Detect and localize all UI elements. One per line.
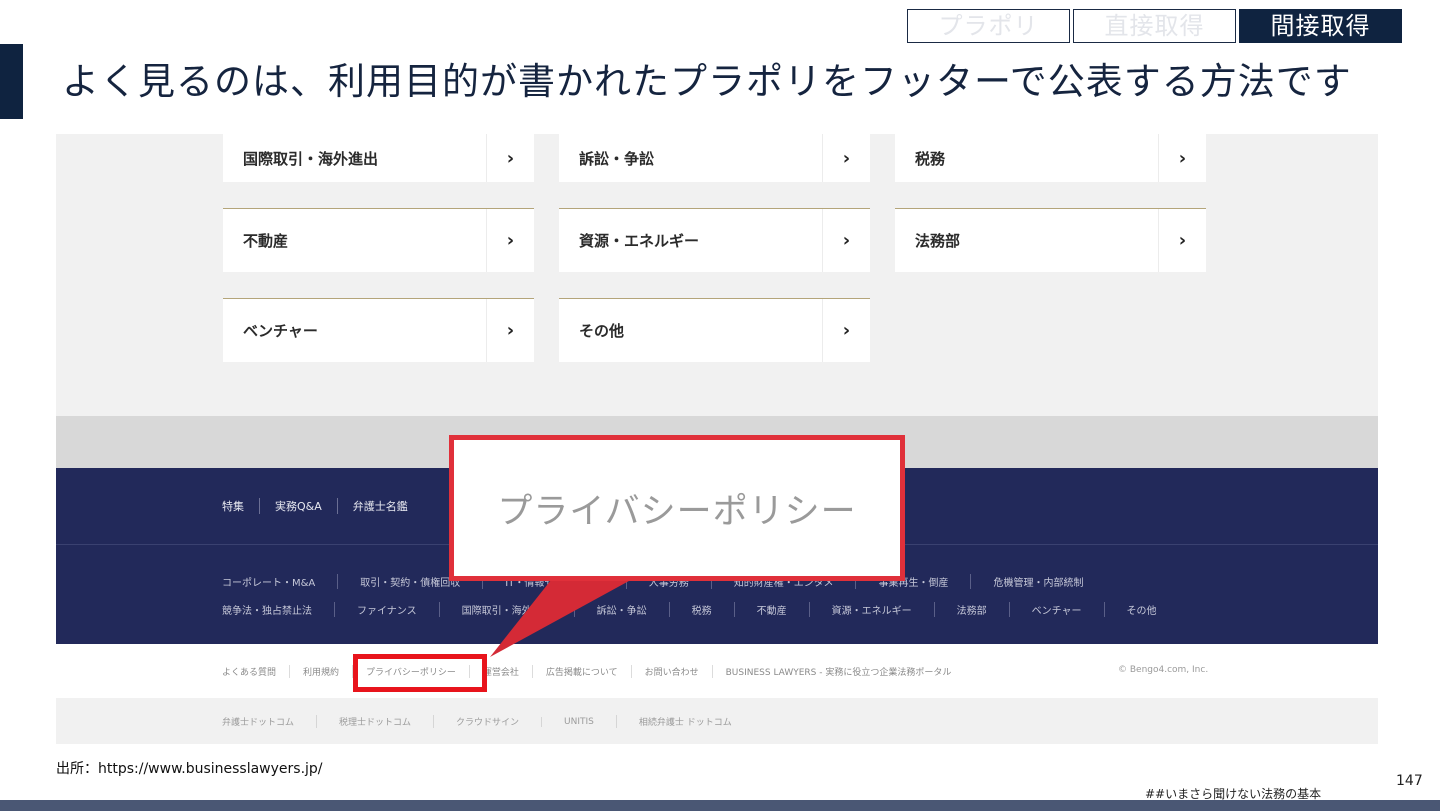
footer-category-link[interactable]: ファイナンス xyxy=(334,602,439,617)
page-number: 147 xyxy=(1396,773,1423,789)
contact-link[interactable]: お問い合わせ xyxy=(630,665,712,678)
site-bottom-footer: よくある質問 利用規約 プライバシーポリシー 運営会社 広告掲載について お問い… xyxy=(56,644,1378,698)
chevron-right-icon: › xyxy=(822,299,870,362)
section-tabs: プラポリ 直接取得 間接取得 xyxy=(907,9,1402,43)
footer-nav-link[interactable]: 特集 xyxy=(222,498,259,514)
category-card[interactable]: 不動産 › xyxy=(223,208,534,272)
terms-link[interactable]: 利用規約 xyxy=(289,665,352,678)
category-card[interactable]: その他 › xyxy=(559,298,870,362)
tab-direct-acquisition[interactable]: 直接取得 xyxy=(1073,9,1236,43)
slide-title: よく見るのは、利用目的が書かれたプラポリをフッターで公表する方法です xyxy=(62,60,1352,103)
chevron-right-icon: › xyxy=(1158,134,1206,182)
category-card[interactable]: 税務 › xyxy=(895,134,1206,182)
category-label: 資源・エネルギー xyxy=(579,232,700,250)
footer-nav-link[interactable]: 弁護士名鑑 xyxy=(336,498,423,514)
category-label: 訴訟・争訟 xyxy=(579,149,655,168)
category-label: その他 xyxy=(579,322,625,340)
category-card[interactable]: 法務部 › xyxy=(895,208,1206,272)
privacy-link-highlight xyxy=(353,654,487,692)
sister-site-link[interactable]: クラウドサイン xyxy=(433,715,541,728)
footer-category-links: 競争法・独占禁止法 ファイナンス 国際取引・海外進出 訴訟・争訟 税務 不動産 … xyxy=(222,602,1179,617)
tab-indirect-acquisition[interactable]: 間接取得 xyxy=(1239,9,1402,43)
category-card[interactable]: 訴訟・争訟 › xyxy=(559,134,870,182)
chevron-right-icon: › xyxy=(486,209,534,272)
tab-puraporí[interactable]: プラポリ xyxy=(907,9,1070,43)
faq-link[interactable]: よくある質問 xyxy=(222,665,289,678)
portal-link[interactable]: BUSINESS LAWYERS - 実務に役立つ企業法務ポータル xyxy=(711,665,965,678)
footer-category-link[interactable]: 国際取引・海外進出 xyxy=(438,602,574,617)
category-card[interactable]: 国際取引・海外進出 › xyxy=(223,134,534,182)
source-citation: 出所：https://www.businesslawyers.jp/ xyxy=(56,761,323,777)
advertising-link[interactable]: 広告掲載について xyxy=(531,665,631,678)
category-label: 法務部 xyxy=(915,232,961,250)
footer-nav-link[interactable]: 実務Q&A xyxy=(259,498,337,514)
footer-category-link[interactable]: 税務 xyxy=(668,602,734,617)
category-label: 税務 xyxy=(915,149,946,168)
footer-category-link[interactable]: 競争法・独占禁止法 xyxy=(222,602,334,617)
sister-links: 弁護士ドットコム 税理士ドットコム クラウドサイン UNITIS 相続弁護士 ド… xyxy=(222,715,754,728)
chevron-right-icon: › xyxy=(1158,209,1206,272)
footer-category-link[interactable]: 不動産 xyxy=(733,602,809,617)
chevron-right-icon: › xyxy=(486,134,534,182)
callout-box: プライバシーポリシー xyxy=(449,435,905,581)
category-card[interactable]: 資源・エネルギー › xyxy=(559,208,870,272)
footer-main-nav: 特集 実務Q&A 弁護士名鑑 xyxy=(222,498,423,514)
footer-category-link[interactable]: ベンチャー xyxy=(1008,602,1104,617)
footer-category-link[interactable]: 訴訟・争訟 xyxy=(573,602,669,617)
category-section: 国際取引・海外進出 › 訴訟・争訟 › 税務 › 不動産 › 資源・エネルギー … xyxy=(56,134,1378,416)
category-label: ベンチャー xyxy=(243,322,318,340)
category-label: 国際取引・海外進出 xyxy=(243,149,379,168)
chevron-right-icon: › xyxy=(822,134,870,182)
sister-site-link[interactable]: UNITIS xyxy=(541,716,616,727)
sister-site-link[interactable]: 弁護士ドットコム xyxy=(222,715,316,728)
footer-category-link[interactable]: コーポレート・M&A xyxy=(222,574,337,589)
footer-category-link[interactable]: 資源・エネルギー xyxy=(808,602,934,617)
bottom-links: よくある質問 利用規約 プライバシーポリシー 運営会社 広告掲載について お問い… xyxy=(222,665,964,678)
sister-site-link[interactable]: 相続弁護士 ドットコム xyxy=(615,715,754,728)
footer-category-link[interactable]: 危機管理・内部統制 xyxy=(970,574,1105,589)
footer-category-link[interactable]: その他 xyxy=(1103,602,1179,617)
copyright: © Bengo4.com, Inc. xyxy=(1118,665,1209,675)
title-accent-bar xyxy=(0,44,23,119)
sister-site-link[interactable]: 税理士ドットコム xyxy=(316,715,433,728)
chevron-right-icon: › xyxy=(486,299,534,362)
footer-category-link[interactable]: 法務部 xyxy=(933,602,1009,617)
category-label: 不動産 xyxy=(243,232,289,250)
callout-text: プライバシーポリシー xyxy=(497,491,857,532)
chevron-right-icon: › xyxy=(822,209,870,272)
sister-sites-bar: 弁護士ドットコム 税理士ドットコム クラウドサイン UNITIS 相続弁護士 ド… xyxy=(56,698,1378,744)
bottom-strip xyxy=(0,800,1440,811)
category-card[interactable]: ベンチャー › xyxy=(223,298,534,362)
